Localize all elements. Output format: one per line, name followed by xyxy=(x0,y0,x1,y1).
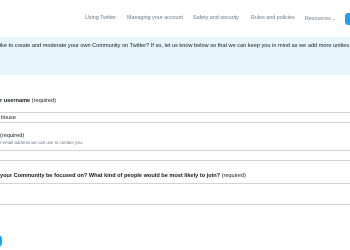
username-label-text: r username xyxy=(0,98,31,104)
email-label: (required) xyxy=(0,133,25,139)
username-label: r username (required) xyxy=(0,97,56,105)
username-required-text: (required) xyxy=(31,98,56,104)
community-focus-label: your Community be focused on? What kind … xyxy=(0,172,246,180)
banner-text: you like to create and moderate your own… xyxy=(0,43,350,49)
sign-in-button[interactable] xyxy=(345,13,350,25)
username-input[interactable]: tiouse xyxy=(0,112,350,123)
nav-managing-account[interactable]: Managing your account xyxy=(127,15,183,22)
submit-button[interactable] xyxy=(0,235,2,247)
top-navigation-bar: Using Twitter Managing your account Safe… xyxy=(0,0,350,38)
nav-resources[interactable]: Resources⌄ xyxy=(305,15,336,23)
chevron-down-icon: ⌄ xyxy=(331,16,336,21)
community-focus-label-text: your Community be focused on? What kind … xyxy=(0,173,221,179)
username-input-value: tiouse xyxy=(1,115,16,121)
nav-safety-security[interactable]: Safety and security xyxy=(193,15,239,22)
nav-rules-policies[interactable]: Rules and policies xyxy=(251,15,295,22)
email-helper-text: r email address we can use to contact yo… xyxy=(0,140,84,145)
nav-using-twitter[interactable]: Using Twitter xyxy=(85,15,116,22)
community-focus-textarea[interactable] xyxy=(0,183,350,205)
nav-resources-label: Resources xyxy=(305,16,331,22)
info-banner: you like to create and moderate your own… xyxy=(0,37,350,75)
community-required-text: (required) xyxy=(221,173,246,179)
email-input[interactable] xyxy=(0,150,350,161)
